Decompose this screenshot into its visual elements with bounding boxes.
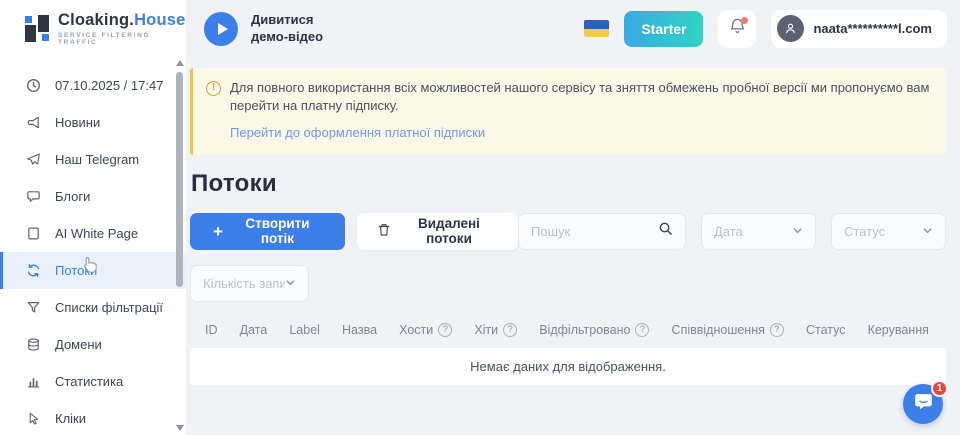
column-label: Label — [289, 323, 320, 337]
empty-state-text: Немає даних для відображення. — [470, 359, 666, 374]
notifications-button[interactable] — [718, 10, 756, 48]
sidebar-item-ai-white-page[interactable]: AI White Page — [0, 215, 186, 252]
stats-icon — [25, 374, 41, 390]
clock-icon — [25, 78, 41, 94]
table-empty-row: Немає даних для відображення. — [190, 348, 946, 385]
trash-icon — [377, 223, 391, 240]
help-icon[interactable]: ? — [770, 323, 784, 337]
scrollbar-up-arrow[interactable] — [176, 60, 184, 66]
trial-warning-banner: ! Для повного використання всіх можливос… — [190, 68, 946, 155]
telegram-icon — [25, 152, 41, 168]
create-stream-button[interactable]: + Створити потік — [190, 213, 345, 250]
sidebar-scrollbar[interactable] — [175, 60, 185, 431]
clicks-icon — [25, 411, 41, 427]
sidebar-item-news[interactable]: Новини — [0, 104, 186, 141]
status-filter-select[interactable]: Статус — [831, 213, 946, 250]
column-hosts: Хости ? — [399, 323, 452, 337]
megaphone-icon — [25, 115, 41, 131]
table-header-row: ID Дата Label Назва — [190, 323, 946, 337]
column-manage: Керування — [868, 323, 929, 337]
column-name: Назва — [342, 323, 377, 337]
notification-dot — [741, 17, 748, 24]
chat-icon — [25, 189, 41, 205]
play-icon[interactable] — [204, 12, 238, 46]
scrollbar-down-arrow[interactable] — [176, 425, 184, 431]
search-box[interactable] — [518, 213, 686, 250]
demo-video-button[interactable]: Дивитися демо-відео — [204, 12, 323, 46]
chat-widget-button[interactable]: 1 — [903, 384, 943, 424]
search-icon[interactable] — [658, 221, 673, 241]
column-hits: Хіти ? — [474, 323, 517, 337]
sidebar-item-filter-lists[interactable]: Списки фільтрації — [0, 289, 186, 326]
deleted-streams-button[interactable]: Видалені потоки — [357, 213, 518, 250]
sidebar-item-streams[interactable]: Потоки — [0, 252, 186, 289]
brand-tagline: SERVICE FILTERING TRAFFIC — [58, 32, 186, 46]
chevron-down-icon — [922, 224, 933, 239]
column-date: Дата — [240, 323, 268, 337]
brand-logo[interactable]: Cloaking.House SERVICE FILTERING TRAFFIC — [0, 0, 186, 57]
plus-icon: + — [213, 223, 223, 240]
demo-video-label: Дивитися демо-відео — [251, 12, 323, 46]
brand-name: Cloaking.House — [58, 11, 186, 30]
user-email: naata**********l.com — [813, 21, 932, 36]
brand-logo-icon — [25, 15, 49, 42]
toolbar: + Створити потік Видалені потоки — [190, 213, 946, 250]
domains-icon — [25, 337, 41, 353]
topbar: Дивитися демо-відео Starter — [186, 0, 960, 57]
page-icon — [25, 226, 41, 242]
plan-badge[interactable]: Starter — [624, 11, 703, 47]
chat-bubble-icon — [913, 391, 934, 417]
banner-text: Для повного використання всіх можливосте… — [230, 79, 930, 116]
records-row: Кількість запи — [190, 265, 946, 302]
language-flag-ua[interactable] — [584, 20, 609, 37]
chat-unread-badge: 1 — [931, 380, 948, 397]
subscribe-link[interactable]: Перейти до оформлення платної підписки — [230, 125, 485, 140]
date-filter-select[interactable]: Дата — [701, 213, 816, 250]
scrollbar-thumb[interactable] — [176, 72, 183, 287]
alert-icon: ! — [206, 81, 221, 96]
sidebar-nav: 07.10.2025 / 17:47 Новини Наш Telegram Б… — [0, 57, 186, 435]
main-column: Дивитися демо-відео Starter — [186, 0, 960, 435]
sidebar-item-domains[interactable]: Домени — [0, 326, 186, 363]
search-input[interactable] — [531, 224, 658, 239]
filter-icon — [25, 300, 41, 316]
help-icon[interactable]: ? — [503, 323, 517, 337]
column-filtered: Відфільтровано ? — [539, 323, 649, 337]
column-id: ID — [205, 323, 218, 337]
sidebar-item-statistics[interactable]: Статистика — [0, 363, 186, 400]
page-title: Потоки — [191, 170, 946, 198]
help-icon[interactable]: ? — [438, 323, 452, 337]
chevron-down-icon — [285, 276, 296, 291]
help-icon[interactable]: ? — [635, 323, 649, 337]
records-count-select[interactable]: Кількість запи — [190, 265, 309, 302]
sidebar-item-telegram[interactable]: Наш Telegram — [0, 141, 186, 178]
column-status: Статус — [806, 323, 846, 337]
streams-icon — [25, 263, 41, 279]
chevron-down-icon — [792, 224, 803, 239]
sidebar-item-date: 07.10.2025 / 17:47 — [0, 67, 186, 104]
user-menu[interactable]: naata**********l.com — [771, 10, 947, 48]
sidebar-item-blogs[interactable]: Блоги — [0, 178, 186, 215]
column-ratio: Співвідношення ? — [672, 323, 784, 337]
avatar — [777, 15, 804, 42]
sidebar-item-clicks[interactable]: Кліки — [0, 400, 186, 435]
sidebar: Cloaking.House SERVICE FILTERING TRAFFIC… — [0, 0, 186, 435]
content: ! Для повного використання всіх можливос… — [186, 57, 960, 435]
